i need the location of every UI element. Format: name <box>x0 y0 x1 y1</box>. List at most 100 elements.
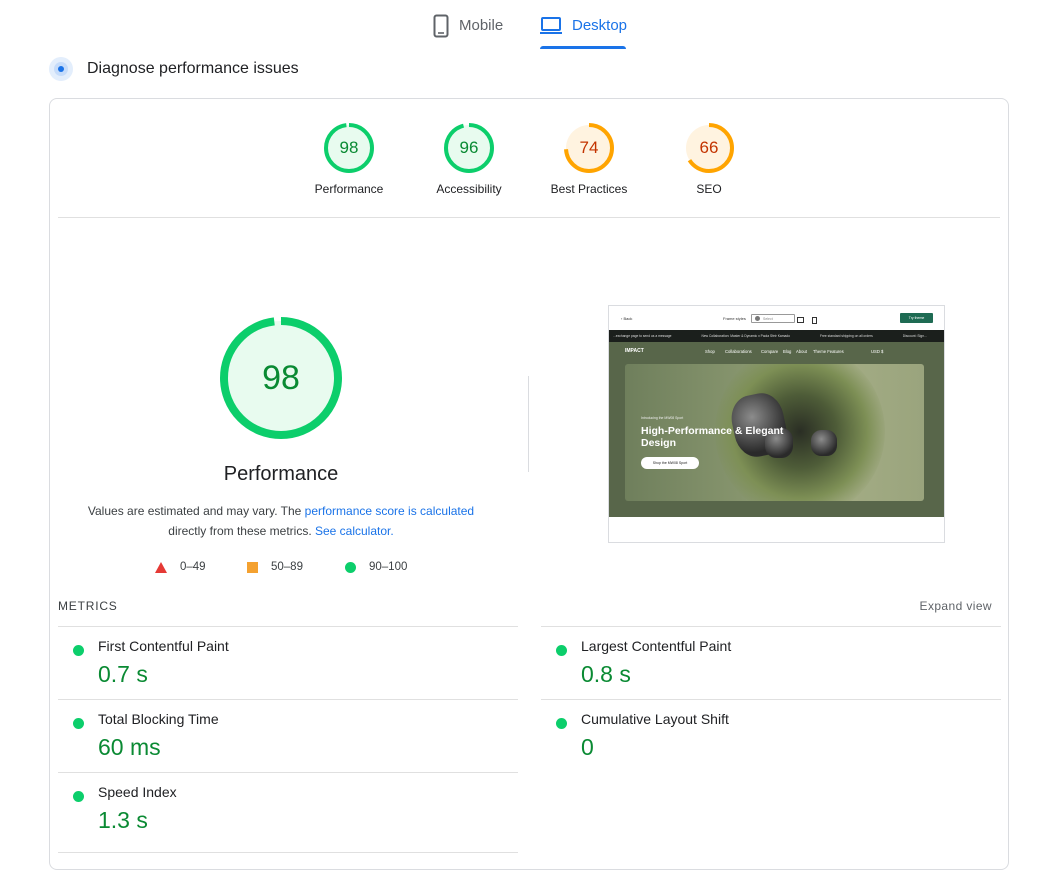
score-legend: 0–49 50–89 90–100 <box>50 561 512 577</box>
headline-line: Design <box>641 437 677 449</box>
desc-text: directly from these metrics. <box>168 524 315 538</box>
metric-cls: Cumulative Layout Shift 0 <box>541 699 1001 773</box>
final-screenshot[interactable]: ‹ Back Frame styles Select Try theme ...… <box>608 305 945 543</box>
desktop-icon <box>797 317 804 323</box>
legend-pass: 90–100 <box>345 561 407 573</box>
pass-circle-icon <box>73 645 84 656</box>
square-icon <box>247 561 258 573</box>
legend-fail-label: 0–49 <box>180 561 206 573</box>
gauge-accessibility[interactable]: 96 Accessibility <box>409 123 529 196</box>
nav-item: Collaborations <box>725 349 752 354</box>
see-calculator-link[interactable]: See calculator. <box>315 524 394 538</box>
nav-item: About <box>796 349 807 354</box>
metric-value: 0.8 s <box>581 661 631 687</box>
divider <box>58 217 1000 218</box>
gauge-score: 74 <box>579 138 599 157</box>
metric-name: Total Blocking Time <box>98 711 219 727</box>
screenshot-announcement-bar: ...exchange page to send us a message Ne… <box>609 330 944 342</box>
metric-value: 0.7 s <box>98 661 148 687</box>
screenshot-logo: IMPACT <box>625 348 644 354</box>
active-tab-indicator <box>540 46 626 49</box>
circle-icon <box>345 561 356 573</box>
gauge-label: SEO <box>696 182 722 196</box>
screenshot-cta: Try theme <box>900 313 933 323</box>
metric-name: First Contentful Paint <box>98 638 229 654</box>
headline-line: High-Performance & Elegant <box>641 425 784 437</box>
screenshot-bottom <box>609 517 944 542</box>
legend-fail: 0–49 <box>155 561 206 573</box>
screenshot-nav: IMPACT Shop Collaborations Compare Blog … <box>609 342 944 362</box>
pass-circle-icon <box>73 718 84 729</box>
pass-circle-icon <box>556 718 567 729</box>
nav-item: Theme Features <box>813 349 844 354</box>
screenshot-toolbar: ‹ Back Frame styles Select Try theme <box>609 306 944 330</box>
gauge-label: Performance <box>314 182 384 196</box>
tab-mobile[interactable]: Mobile <box>433 14 503 50</box>
gauge-score: 96 <box>459 138 479 157</box>
report-card: 98 Performance 96 Accessibility 74 Best … <box>49 98 1009 870</box>
pass-circle-icon <box>73 791 84 802</box>
screenshot-back: ‹ Back <box>621 316 633 321</box>
diagnose-section-header: Diagnose performance issues <box>49 57 299 81</box>
announcement: Free standard shipping on all orders <box>819 334 873 338</box>
metric-value: 60 ms <box>98 734 161 760</box>
metric-name: Cumulative Layout Shift <box>581 711 729 727</box>
metric-speed-index: Speed Index 1.3 s <box>58 772 518 846</box>
metric-tbt: Total Blocking Time 60 ms <box>58 699 518 773</box>
nav-item: Compare <box>761 349 779 354</box>
phone-icon <box>433 14 449 42</box>
hero-panel: Introducing the MW08 Sport High-Performa… <box>625 364 924 501</box>
announcement: Discount: Sign... <box>902 334 927 338</box>
diagnose-title: Diagnose performance issues <box>87 60 299 77</box>
performance-score-link[interactable]: performance score is calculated <box>305 504 474 518</box>
screenshot-select-label: Select <box>763 316 773 321</box>
screenshot-select: Select <box>751 314 795 323</box>
expand-view-button[interactable]: Expand view <box>920 599 992 613</box>
category-gauges: 98 Performance 96 Accessibility 74 Best … <box>50 119 1008 199</box>
legend-average-label: 50–89 <box>271 561 303 573</box>
nav-item: Blog <box>783 349 792 354</box>
gauge-label: Best Practices <box>550 182 628 196</box>
metric-fcp: First Contentful Paint 0.7 s <box>58 626 518 700</box>
device-tabs: Mobile Desktop <box>0 0 1052 50</box>
gauge-best-practices[interactable]: 74 Best Practices <box>529 123 649 196</box>
tab-desktop-label: Desktop <box>572 17 628 34</box>
legend-pass-label: 90–100 <box>369 561 408 573</box>
hero-button: Shop the MW08 Sport <box>641 457 699 469</box>
nav-item: Shop <box>705 349 715 354</box>
hero-text: Introducing the MW08 Sport High-Performa… <box>641 416 783 469</box>
diagnose-icon <box>49 57 73 81</box>
metric-value: 0 <box>581 734 594 760</box>
tab-mobile-label: Mobile <box>459 17 504 34</box>
performance-title: Performance <box>223 463 339 485</box>
desc-text: Values are estimated and may vary. The <box>87 504 305 518</box>
mobile-icon <box>812 317 817 324</box>
gauge-seo[interactable]: 66 SEO <box>649 123 769 196</box>
hero-eyebrow: Introducing the MW08 Sport <box>641 416 684 420</box>
earbud-image <box>811 430 837 456</box>
performance-gauge-large: 98 <box>220 317 342 439</box>
circle-icon <box>755 316 760 321</box>
hero-headline: High-Performance & Elegant Design <box>641 425 783 449</box>
metrics-title: METRICS <box>58 599 118 613</box>
pass-circle-icon <box>556 645 567 656</box>
metric-lcp: Largest Contentful Paint 0.8 s <box>541 626 1001 700</box>
tab-desktop[interactable]: Desktop <box>540 14 627 50</box>
vertical-divider <box>528 376 529 472</box>
metric-name: Speed Index <box>98 784 177 800</box>
gauge-score: 98 <box>339 138 359 157</box>
laptop-icon <box>540 14 562 42</box>
metric-name: Largest Contentful Paint <box>581 638 732 654</box>
screenshot-hero: IMPACT Shop Collaborations Compare Blog … <box>609 342 944 517</box>
screenshot-frame-label: Frame styles <box>723 316 746 321</box>
metric-value: 1.3 s <box>98 807 148 833</box>
screenshot-currency: USD $ <box>871 349 884 354</box>
performance-score-large: 98 <box>262 359 300 397</box>
gauge-label: Accessibility <box>436 182 502 196</box>
performance-description: Values are estimated and may vary. The p… <box>80 501 482 541</box>
announcement: New Collaboration: Master & Dynamic x Pa… <box>701 334 790 338</box>
metrics-header: METRICS Expand view <box>58 599 992 617</box>
gauge-performance[interactable]: 98 Performance <box>289 123 409 196</box>
triangle-icon <box>155 561 167 573</box>
legend-average: 50–89 <box>247 561 303 573</box>
